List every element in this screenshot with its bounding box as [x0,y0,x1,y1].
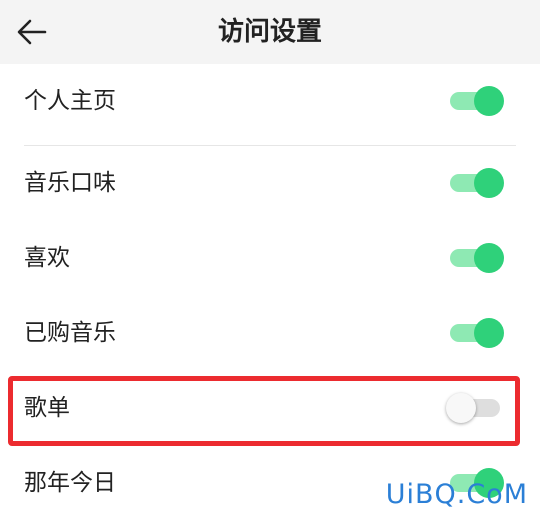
top-bar: 访问设置 [0,0,540,64]
likes-toggle[interactable] [448,242,504,274]
setting-row-music-taste: 音乐口味 [0,146,540,220]
page-title: 访问设置 [217,17,322,47]
setting-label: 个人主页 [24,88,116,114]
setting-row-likes: 喜欢 [0,221,540,295]
setting-row-purchased-music: 已购音乐 [0,296,540,370]
setting-label: 喜欢 [24,245,70,271]
setting-row-homepage: 个人主页 [0,64,540,138]
setting-label: 音乐口味 [24,170,116,196]
setting-label: 那年今日 [24,470,116,496]
homepage-toggle[interactable] [448,85,504,117]
purchased-music-toggle[interactable] [448,317,504,349]
setting-label: 已购音乐 [24,320,116,346]
watermark: UiBQ.CoM [385,479,528,510]
highlight-box [8,376,520,446]
music-taste-toggle[interactable] [448,167,504,199]
